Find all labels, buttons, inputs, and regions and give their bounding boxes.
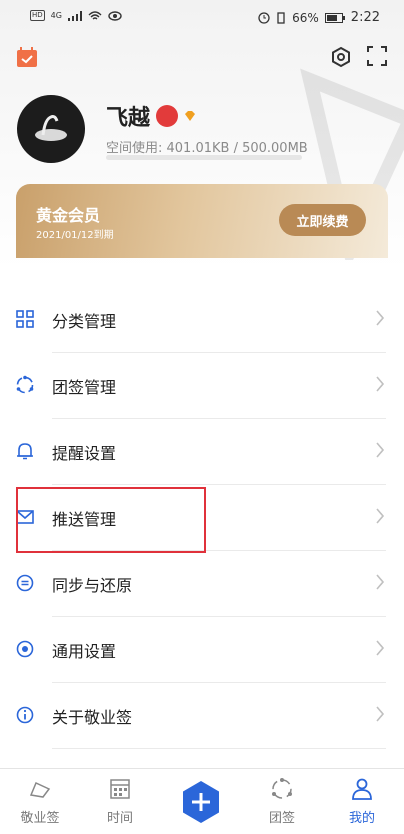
chevron-right-icon (376, 310, 385, 326)
renew-button[interactable]: 立即续费 (279, 204, 366, 236)
fullscreen-scan-icon[interactable] (367, 46, 387, 66)
network-type: 4G (50, 11, 62, 20)
nav-label: 敬业签 (20, 811, 60, 826)
divider (52, 748, 386, 749)
menu-label: 关于敬业签 (52, 708, 133, 727)
swan-image (35, 115, 67, 141)
menu-label: 分类管理 (52, 312, 117, 331)
nav-item-time[interactable]: 时间 (80, 769, 160, 834)
annotation-highlight-box (16, 487, 206, 553)
member-level: 黄金会员 (36, 206, 101, 225)
angry-face-icon (156, 105, 179, 127)
battery-icon (324, 12, 345, 23)
clock: 2:22 (350, 10, 380, 25)
avatar[interactable] (17, 95, 85, 163)
signal-icon (67, 10, 82, 21)
nav-label: 团签 (268, 811, 295, 826)
chevron-right-icon (376, 376, 385, 392)
nav-label: 时间 (106, 811, 133, 826)
chevron-right-icon (376, 574, 385, 590)
nav-label: 我的 (348, 811, 375, 826)
menu-label: 同步与还原 (52, 576, 133, 595)
menu-item-general[interactable]: 通用设置 (0, 617, 404, 683)
bell-icon (17, 443, 33, 460)
radio-dot-icon (16, 640, 34, 658)
wifi-icon (88, 10, 102, 20)
nav-item-mine[interactable]: 我的 (322, 769, 402, 834)
settings-hexagon-icon[interactable] (330, 46, 352, 68)
notes-icon (29, 781, 51, 798)
info-icon (16, 706, 34, 724)
menu-label: 通用设置 (52, 642, 117, 661)
chevron-right-icon (376, 706, 385, 722)
nav-item-notes[interactable]: 敬业签 (0, 769, 80, 834)
grid-icon (16, 310, 34, 328)
menu-item-sync[interactable]: 同步与还原 (0, 551, 404, 617)
username: 飞越 (106, 106, 151, 131)
person-icon (352, 778, 372, 800)
vip-diamond-icon[interactable] (184, 111, 196, 121)
battery-percent: 66% (292, 10, 319, 25)
eye-icon (108, 10, 122, 21)
username-row: 飞越 (106, 100, 196, 132)
team-icon (272, 778, 292, 799)
storage-usage: 空间使用: 401.01KB / 500.00MB (106, 141, 308, 156)
chevron-right-icon (376, 640, 385, 656)
checkin-calendar-icon[interactable] (16, 46, 38, 68)
status-bar: HD 4G 66% 2:22 (0, 0, 404, 36)
nav-item-team[interactable]: 团签 (242, 769, 322, 834)
menu-item-team[interactable]: 团签管理 (0, 353, 404, 419)
hd-icon: HD (30, 10, 45, 21)
chevron-right-icon (376, 508, 385, 524)
chevron-right-icon (376, 442, 385, 458)
sync-icon (16, 574, 34, 592)
menu-label: 团签管理 (52, 378, 117, 397)
menu-label: 提醒设置 (52, 444, 117, 463)
menu-item-reminder[interactable]: 提醒设置 (0, 419, 404, 485)
alarm-icon (258, 11, 270, 24)
menu-item-category[interactable]: 分类管理 (0, 287, 404, 353)
add-button[interactable] (181, 780, 221, 824)
member-expiry: 2021/01/12到期 (36, 230, 114, 241)
calendar-icon (110, 779, 130, 799)
bottom-navigation: 敬业签 时间 团签 我的 (0, 768, 404, 834)
gold-member-card[interactable]: 黄金会员 2021/01/12到期 立即续费 (16, 184, 388, 258)
team-circle-icon (16, 375, 34, 394)
storage-progress (106, 155, 302, 160)
menu-item-about[interactable]: 关于敬业签 (0, 683, 404, 749)
vibrate-icon (277, 11, 285, 24)
